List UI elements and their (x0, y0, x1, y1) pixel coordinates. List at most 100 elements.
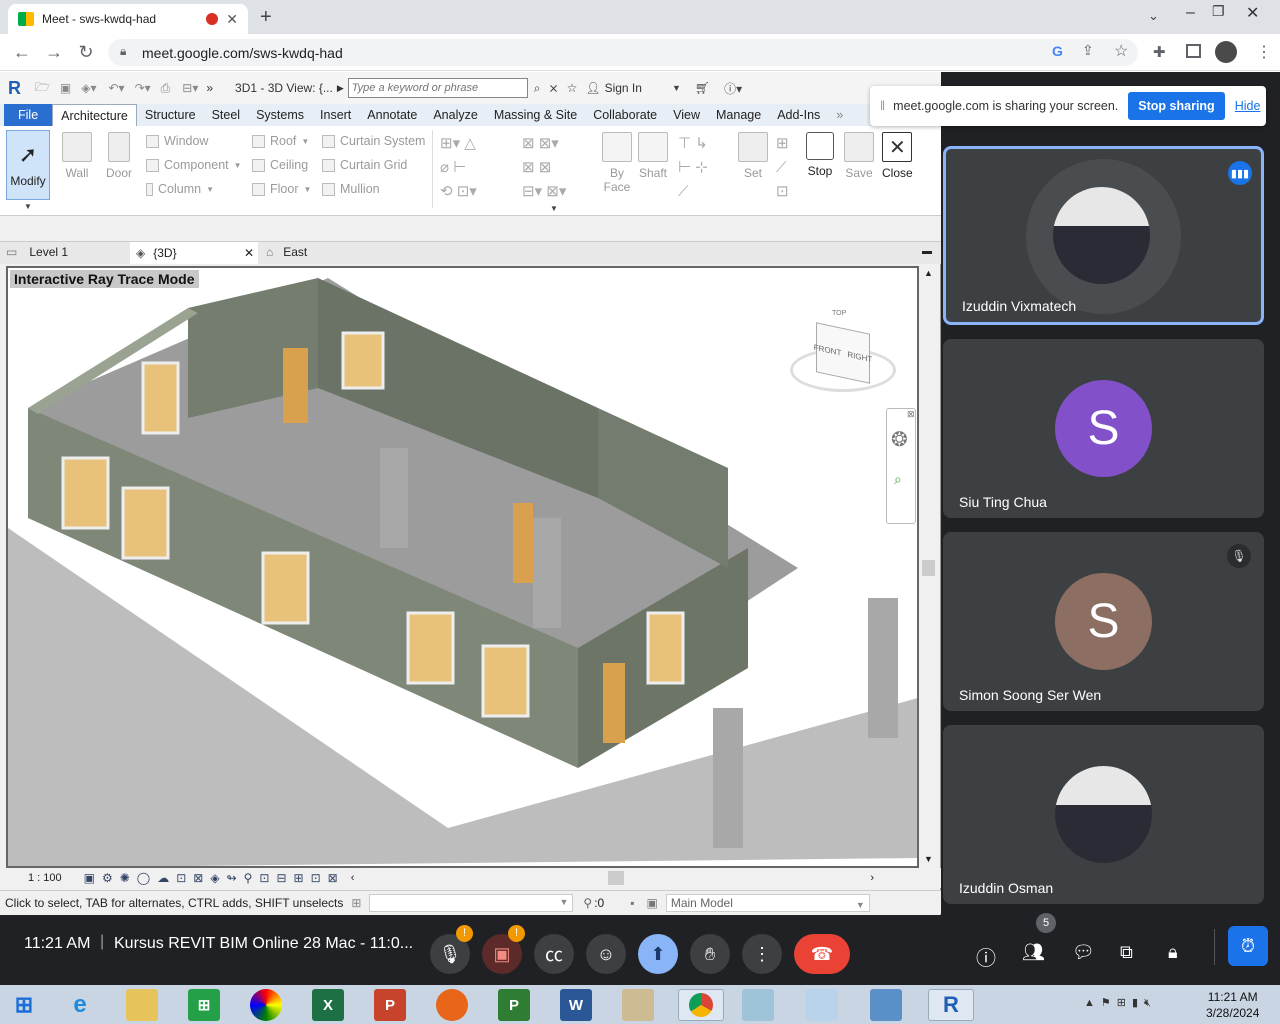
binoculars-icon[interactable]: ⌕ (534, 81, 541, 96)
open-icon[interactable]: 🗁︎ (35, 78, 50, 99)
minimize-button[interactable]: – (1186, 4, 1195, 22)
chrome-icon[interactable] (678, 989, 724, 1021)
door-button[interactable]: Door (106, 132, 132, 180)
revit-logo-icon[interactable]: R (8, 78, 21, 99)
curtain-system-button[interactable]: Curtain System (322, 134, 425, 148)
browser-tab[interactable]: Meet - sws-kwdq-had ✕ (8, 4, 248, 34)
system-tray-icons[interactable]: ▲⚑⊞▮🔇︎ (1084, 996, 1157, 1010)
print-icon[interactable]: ⎙ (161, 81, 171, 96)
workplane-icons[interactable]: ⊞ ⟋ ⊡ (776, 132, 789, 204)
close-tab-icon[interactable]: ✕ (226, 11, 238, 28)
bookmark-star-icon[interactable]: ☆ (1114, 41, 1128, 61)
stop-button[interactable]: Stop (806, 132, 834, 178)
wall-button[interactable]: Wall (62, 132, 92, 180)
view-tab-level1[interactable]: ▭ Level 1 (6, 245, 68, 259)
participant-tile[interactable]: 🎙︎ S Simon Soong Ser Wen (943, 532, 1264, 711)
save-render-button[interactable]: Save (844, 132, 874, 180)
excel-icon[interactable]: X (312, 989, 344, 1021)
hscroll-left-icon[interactable]: ‹ (351, 872, 355, 884)
editable-only-icon[interactable]: ▪ (630, 896, 634, 910)
scale-selector[interactable]: 1 : 100 (28, 872, 62, 884)
close-navbar-icon[interactable]: ⊠ (907, 409, 915, 420)
more-tabs-icon[interactable]: » (828, 104, 851, 126)
measure-icon[interactable]: ⊟▾ (182, 81, 198, 95)
opening-tools-icons[interactable]: ⊠ ⊠▾ ⊠ ⊠ ⊟▾ ⊠▾ (522, 132, 592, 204)
activities-icon[interactable]: ⧉ (1120, 942, 1133, 963)
side-panel-icon[interactable] (1186, 44, 1201, 58)
revit-taskbar-icon[interactable]: R (928, 989, 974, 1021)
paint-icon[interactable] (806, 989, 838, 1021)
navigation-bar[interactable]: ⊠ ❂ ⌕ (886, 408, 916, 524)
panel-expand-icon[interactable]: ▼ (550, 204, 558, 213)
hscroll-right-icon[interactable]: › (870, 872, 874, 884)
steering-wheel-icon[interactable]: ❂ (891, 427, 908, 452)
chrome-menu-icon[interactable]: ⋮ (1256, 42, 1272, 62)
tab-architecture[interactable]: Architecture (52, 104, 137, 126)
scroll-down-icon[interactable]: ▼ (924, 854, 933, 864)
project-icon[interactable]: P (498, 989, 530, 1021)
hide-link[interactable]: Hide (1235, 99, 1261, 113)
address-bar[interactable]: 🔒︎ meet.google.com/sws-kwdq-had G ⇪ ☆ (108, 39, 1138, 66)
more-options-button[interactable]: ⋮ (742, 934, 782, 974)
save-icon[interactable]: ▣ (60, 81, 71, 95)
leave-call-button[interactable]: ☎︎ (794, 934, 850, 974)
tab-structure[interactable]: Structure (137, 104, 204, 126)
tab-systems[interactable]: Systems (248, 104, 312, 126)
participant-tile[interactable]: Izuddin Osman (943, 725, 1264, 904)
extensions-icon[interactable]: ✚ (1153, 43, 1166, 61)
stop-sharing-button[interactable]: Stop sharing (1128, 92, 1225, 120)
meeting-details-icon[interactable]: ⓘ (976, 942, 996, 971)
sign-in-dropdown-icon[interactable]: ▼ (672, 83, 681, 93)
color-app-icon[interactable] (250, 989, 282, 1021)
back-button[interactable]: ← (10, 40, 34, 64)
view-tab-east[interactable]: ⌂ East (266, 245, 307, 259)
new-tab-button[interactable]: + (260, 6, 272, 29)
share-icon[interactable]: ⇪ (1082, 42, 1094, 59)
photos-icon[interactable] (870, 989, 902, 1021)
floor-button[interactable]: Floor ▼ (252, 182, 311, 196)
chat-icon[interactable]: 💬︎ (1072, 942, 1095, 963)
tab-add-ins[interactable]: Add-Ins (769, 104, 828, 126)
column-button[interactable]: Column ▼ (146, 182, 214, 196)
set-button[interactable]: Set (738, 132, 768, 180)
notepad-icon[interactable] (622, 989, 654, 1021)
restore-button[interactable]: ❐ (1212, 3, 1225, 20)
clock[interactable]: 11:21 AM 3/28/2024 (1206, 989, 1259, 1021)
search-input[interactable] (347, 78, 528, 98)
raise-hand-button[interactable]: ✋︎ (690, 934, 730, 974)
start-button[interactable]: ⊞ (8, 989, 40, 1021)
participant-tile[interactable]: S Siu Ting Chua (943, 339, 1264, 518)
app-icon[interactable] (742, 989, 774, 1021)
subscription-icon[interactable]: ⨯ (549, 81, 559, 95)
hscroll-thumb[interactable] (608, 871, 625, 885)
sync-icon[interactable]: ◈▾ (81, 81, 96, 95)
room-tools-icons[interactable]: ⊞▾ △ ⌀ ⊢ ⟲ ⊡▾ (440, 132, 530, 204)
tab-file[interactable]: File (4, 104, 53, 126)
design-option-dropdown[interactable]: Main Model ▼ (665, 893, 870, 912)
workset-dropdown[interactable]: ▼ (369, 893, 574, 912)
worksets-icon[interactable]: ⊞ (351, 896, 361, 910)
modify-button[interactable]: ➚ Modify (6, 130, 50, 200)
zoom-region-icon[interactable]: ⌕ (894, 471, 902, 488)
tab-massing-site[interactable]: Massing & Site (486, 104, 585, 126)
design-options-icon[interactable]: ▣ (647, 896, 658, 910)
scroll-up-icon[interactable]: ▲ (924, 268, 933, 278)
roof-button[interactable]: Roof ▼ (252, 134, 309, 148)
tabs-dropdown-icon[interactable]: ▬ (922, 246, 932, 257)
shaft-button[interactable]: Shaft (638, 132, 668, 180)
undo-icon[interactable]: ↶▾ (109, 81, 125, 95)
scroll-thumb[interactable] (922, 560, 935, 576)
component-button[interactable]: Component ▼ (146, 158, 242, 172)
by-face-button[interactable]: By Face (602, 132, 632, 194)
tab-collaborate[interactable]: Collaborate (585, 104, 665, 126)
powerpoint-icon[interactable]: P (374, 989, 406, 1021)
internet-explorer-icon[interactable]: e (64, 989, 96, 1021)
close-render-button[interactable]: ✕ Close (882, 132, 913, 180)
tab-steel[interactable]: Steel (204, 104, 249, 126)
host-controls-icon[interactable]: 🔒︎ (1168, 942, 1178, 963)
captions-button[interactable]: ㏄ (534, 934, 574, 974)
3d-viewport[interactable]: Interactive Ray Trace Mode FRONT RIGHT T… (6, 266, 919, 868)
filter-icon[interactable]: ⚲ (583, 896, 592, 910)
firefox-icon[interactable] (436, 989, 468, 1021)
timer-button[interactable]: ⏰︎ (1228, 926, 1268, 966)
